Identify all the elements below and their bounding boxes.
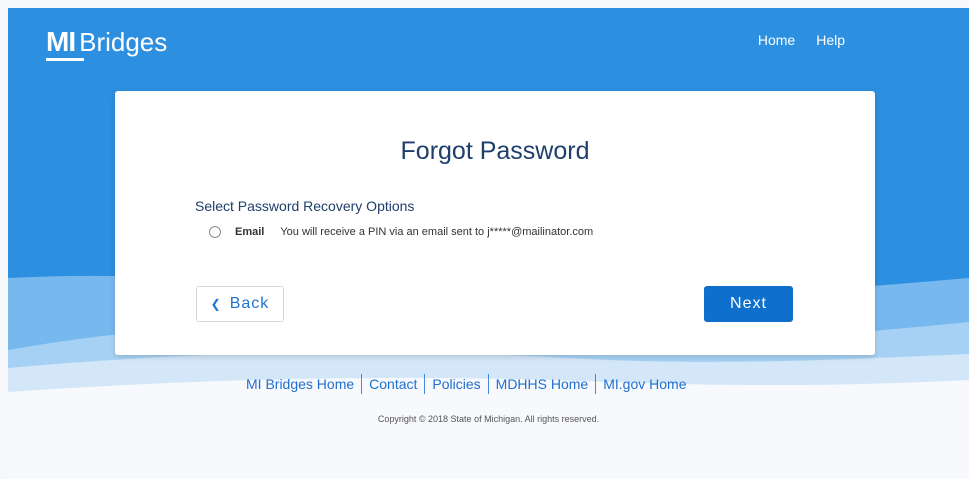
forgot-password-card: Forgot Password Select Password Recovery…: [115, 91, 875, 355]
back-button[interactable]: ❮ Back: [196, 286, 284, 322]
back-button-label: Back: [229, 295, 270, 312]
footer-divider: [424, 374, 426, 394]
email-radio-button[interactable]: [209, 226, 221, 238]
footer-link-contact[interactable]: Contact: [369, 376, 417, 392]
nav-home-link[interactable]: Home: [758, 32, 795, 48]
copyright-text: Copyright © 2018 State of Michigan. All …: [377, 414, 600, 424]
chevron-left-icon: ❮: [210, 297, 222, 311]
logo-mi: MI: [46, 26, 84, 61]
footer-divider: [487, 374, 489, 394]
email-recovery-option[interactable]: Email You will receive a PIN via an emai…: [209, 226, 593, 238]
page: MI Bridges Home Help Forgot Password Sel…: [8, 8, 969, 479]
logo-bridges: Bridges: [79, 26, 168, 57]
recovery-options-heading: Select Password Recovery Options: [195, 198, 415, 214]
page-title: Forgot Password: [400, 137, 590, 165]
mi-bridges-logo[interactable]: MI Bridges: [46, 26, 168, 61]
footer-link-mdhhs-home[interactable]: MDHHS Home: [496, 376, 589, 392]
footer-link-migov-home[interactable]: MI.gov Home: [603, 376, 686, 392]
footer-divider: [595, 374, 597, 394]
nav-help-link[interactable]: Help: [816, 32, 845, 48]
footer-link-policies[interactable]: Policies: [432, 376, 480, 392]
top-navigation: Home Help: [758, 32, 845, 48]
email-option-description: You will receive a PIN via an email sent…: [280, 226, 594, 238]
next-button[interactable]: Next: [704, 286, 793, 322]
email-option-label: Email: [235, 226, 265, 238]
footer-link-mi-bridges-home[interactable]: MI Bridges Home: [246, 376, 354, 392]
footer-links: MI Bridges Home Contact Policies MDHHS H…: [246, 374, 686, 394]
footer-divider: [361, 374, 363, 394]
